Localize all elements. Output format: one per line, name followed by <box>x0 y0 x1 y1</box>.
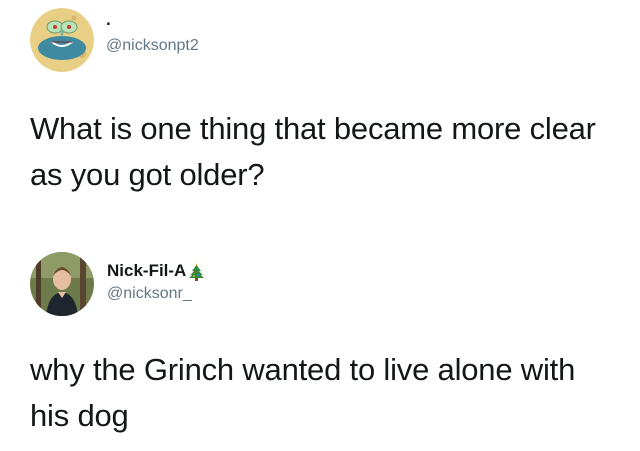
user-handle[interactable]: @nicksonpt2 <box>106 36 199 56</box>
display-name[interactable]: Nick-Fil-A <box>107 261 205 281</box>
user-handle[interactable]: @nicksonr_ <box>107 284 192 304</box>
tweet-text: What is one thing that became more clear… <box>30 111 596 192</box>
person-photo-avatar-icon <box>30 252 94 316</box>
display-name-text[interactable]: Nick-Fil-A <box>107 261 186 280</box>
tweet-text: why the Grinch wanted to live alone with… <box>30 352 576 433</box>
avatar[interactable] <box>30 8 94 72</box>
cartoon-squidward-avatar-icon <box>30 8 94 72</box>
christmas-tree-icon <box>189 262 205 281</box>
avatar[interactable] <box>30 252 94 316</box>
display-name[interactable]: . <box>106 10 111 30</box>
